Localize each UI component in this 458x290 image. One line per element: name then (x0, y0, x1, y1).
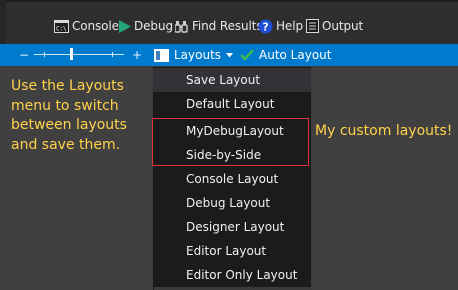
svg-text:C:\: C:\ (56, 25, 67, 32)
console-label: Console (72, 19, 119, 33)
find-results-label: Find Results (192, 19, 263, 33)
tool-window-toolbar: C:\ Console Debug Find Results ? Help Ou… (0, 0, 458, 44)
zoom-out-button[interactable]: − (19, 44, 29, 66)
layouts-hint-annotation: Use the Layouts menu to switch between l… (11, 78, 127, 153)
output-icon (306, 19, 319, 33)
chevron-down-icon (226, 52, 234, 58)
menu-item-editor-only-layout[interactable]: Editor Only Layout (153, 263, 311, 287)
menu-item-console-layout[interactable]: Console Layout (153, 167, 311, 191)
help-icon: ? (258, 19, 273, 34)
console-button[interactable]: C:\ Console (54, 16, 119, 36)
layouts-menu: Save Layout Default Layout MyDebugLayout… (152, 66, 312, 290)
output-button[interactable]: Output (306, 16, 363, 36)
console-icon: C:\ (54, 19, 69, 33)
play-icon (118, 19, 131, 33)
layout-icon (154, 48, 169, 62)
debug-label: Debug (134, 19, 173, 33)
layouts-label: Layouts (174, 48, 222, 62)
find-results-button[interactable]: Find Results (175, 16, 263, 36)
zoom-tick (44, 52, 45, 57)
zoom-tick (112, 52, 113, 57)
menu-item-editor-layout[interactable]: Editor Layout (153, 239, 311, 263)
zoom-in-button[interactable]: + (132, 44, 142, 66)
output-label: Output (322, 19, 364, 33)
custom-layouts-highlight (152, 118, 309, 166)
help-button[interactable]: ? Help (258, 16, 303, 36)
checkmark-icon (240, 49, 254, 61)
toolbar-top-border (0, 0, 458, 2)
menu-item-save-layout[interactable]: Save Layout (153, 68, 311, 92)
binoculars-icon (175, 19, 189, 33)
layouts-dropdown-button[interactable]: Layouts (154, 44, 234, 66)
help-label: Help (276, 19, 303, 33)
zoom-slider-thumb[interactable] (70, 48, 73, 60)
custom-layouts-callout: My custom layouts! (315, 123, 453, 139)
menu-item-debug-layout[interactable]: Debug Layout (153, 191, 311, 215)
auto-layout-toggle[interactable]: Auto Layout (240, 44, 331, 66)
svg-text:?: ? (262, 20, 268, 33)
menu-item-designer-layout[interactable]: Designer Layout (153, 215, 311, 239)
toolbar-left-edge (0, 0, 6, 44)
menu-item-default-layout[interactable]: Default Layout (153, 92, 311, 116)
zoom-slider-track[interactable] (34, 54, 124, 55)
auto-layout-label: Auto Layout (259, 48, 332, 62)
debug-button[interactable]: Debug (118, 16, 173, 36)
